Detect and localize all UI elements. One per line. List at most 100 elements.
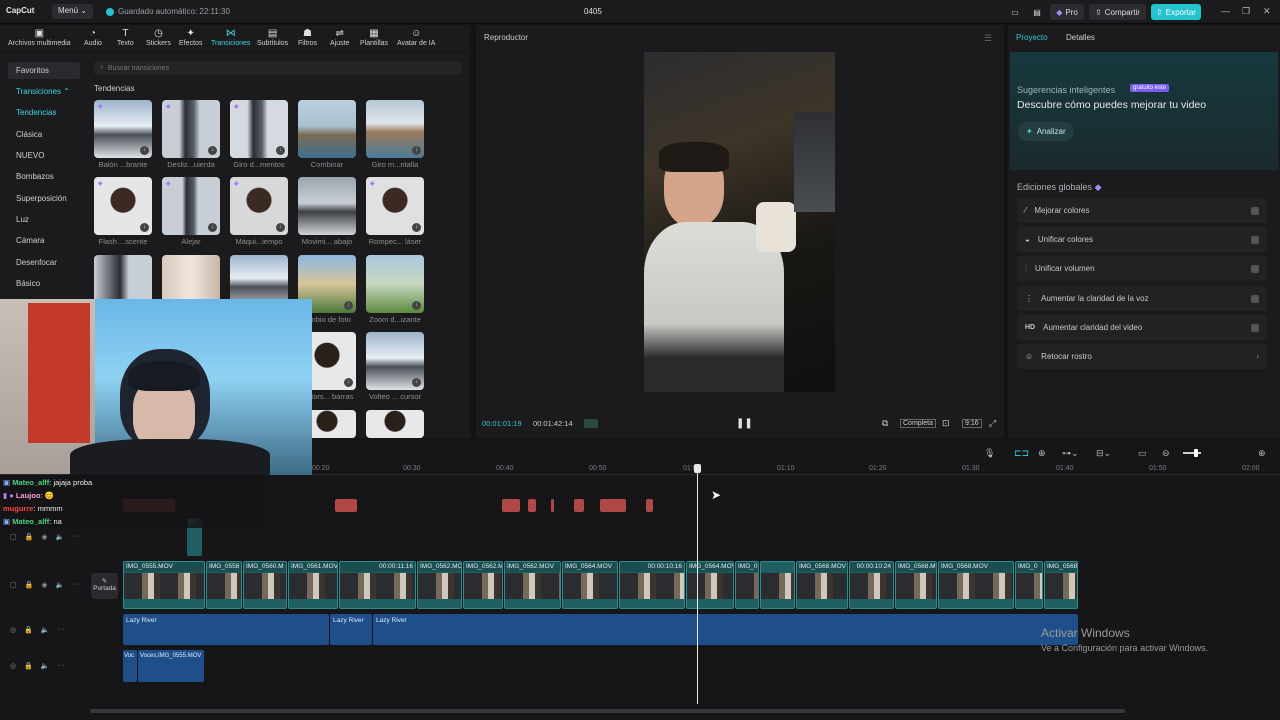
fullscreen-icon[interactable]: ⤢ [989, 418, 996, 429]
transition-thumb[interactable]: ◆ ↓ [230, 100, 288, 158]
tool-effects[interactable]: ✦ Efectos [179, 28, 202, 47]
video-clip[interactable]: IMG_0558 [206, 561, 242, 609]
eye-icon[interactable]: ◉ [41, 533, 47, 541]
category-new[interactable]: NUEVO [8, 147, 80, 164]
tool-text[interactable]: T Texto [117, 28, 134, 47]
transition-thumb[interactable]: ◆ ↓ [94, 177, 152, 235]
tab-details[interactable]: Detalles [1066, 33, 1095, 42]
category-transitions[interactable]: Transiciones ⌃ [8, 83, 80, 100]
zoom-slider[interactable] [1183, 452, 1201, 454]
download-icon[interactable]: ↓ [412, 146, 421, 155]
unify-volume-item[interactable]: ⫶ Unificar volumen [1017, 256, 1267, 281]
download-icon[interactable]: ↓ [412, 301, 421, 310]
more-icon[interactable]: ··· [72, 533, 79, 541]
category-favorites[interactable]: Favoritos [8, 62, 80, 79]
download-icon[interactable]: ↓ [412, 223, 421, 232]
video-clip[interactable]: IMG_0562.M [463, 561, 503, 609]
download-icon[interactable]: ↓ [140, 146, 149, 155]
speaker-icon[interactable]: 🔈 [41, 662, 50, 670]
shortcut-icon[interactable]: ▤ [1029, 4, 1045, 20]
voice-clip[interactable]: Voces,IMG_0555.MOV [138, 650, 204, 682]
transition-thumb[interactable] [366, 410, 424, 438]
tool-media[interactable]: ▣ Archivos multimedia [8, 28, 71, 47]
transition-thumb[interactable]: ◆ ↓ [366, 177, 424, 235]
video-clip[interactable]: IMG_0568.MOV [938, 561, 1014, 609]
crop-icon[interactable]: ⧉ [882, 418, 888, 429]
analyze-button[interactable]: ✦ Analizar [1018, 122, 1074, 141]
enhance-colors-item[interactable]: ⁄ Mejorar colores [1017, 198, 1267, 223]
transition-thumb[interactable]: ↓ [366, 100, 424, 158]
zoom-slider-handle[interactable] [1194, 449, 1198, 457]
transition-thumb[interactable]: ◆ ↓ [162, 100, 220, 158]
maximize-icon[interactable]: ❐ [1242, 6, 1250, 17]
tool-adjust[interactable]: ⇌ Ajuste [330, 28, 349, 47]
video-clarity-item[interactable]: HD Aumentar claridad del video [1017, 315, 1267, 340]
transition-thumb[interactable] [298, 100, 356, 158]
lock-icon[interactable]: 🔒 [25, 533, 34, 541]
waveform-toggle[interactable] [584, 419, 598, 428]
toggle-switch[interactable] [1251, 323, 1259, 332]
video-clip[interactable]: IMG_0 [735, 561, 759, 609]
preview-axis-icon[interactable]: ▭ [1138, 448, 1147, 459]
download-icon[interactable]: ↓ [412, 378, 421, 387]
video-clip[interactable]: IMG_0555.MOV [123, 561, 205, 609]
music-clip[interactable]: Lazy River [330, 614, 372, 645]
category-basic[interactable]: Básico [8, 275, 80, 292]
playhead[interactable] [697, 464, 698, 704]
tool-filters[interactable]: ☗ Filtros [298, 28, 317, 47]
pause-icon[interactable]: ❚❚ [736, 418, 753, 429]
music-clip[interactable]: Lazy River [123, 614, 329, 645]
layout-icon[interactable]: ▭ [1005, 4, 1025, 20]
split-icon[interactable]: ⊟⌄ [1096, 448, 1111, 459]
download-icon[interactable]: ↓ [276, 223, 285, 232]
effect-clip[interactable] [551, 499, 554, 512]
effect-clip[interactable] [335, 499, 357, 512]
category-classic[interactable]: Clásica [8, 126, 80, 143]
zoom-in-icon[interactable]: ⊕ [1258, 448, 1266, 459]
speaker-icon[interactable]: 🔈 [55, 533, 64, 541]
transition-thumb[interactable]: ↓ [366, 255, 424, 313]
minimize-icon[interactable]: — [1221, 6, 1230, 16]
snap-icon[interactable]: ⊶⌄ [1062, 448, 1079, 459]
magnet-icon[interactable]: ⊏⊐ [1014, 448, 1029, 459]
transition-thumb[interactable]: ↓ [366, 332, 424, 390]
category-camera[interactable]: Cámara [8, 232, 80, 249]
ratio-button[interactable]: 9:16 [962, 419, 982, 428]
menu-button[interactable]: Menú ⌄ [52, 4, 93, 19]
toggle-switch[interactable] [1251, 294, 1259, 303]
video-clip[interactable]: 00:00:10:16 [619, 561, 685, 609]
voice-clip-small[interactable]: Voc [123, 650, 137, 682]
track-toggle-icon[interactable]: ▢ [10, 533, 17, 541]
transition-thumb[interactable]: ◆ ↓ [162, 177, 220, 235]
more-icon[interactable]: ··· [58, 662, 65, 670]
track-toggle-icon[interactable]: ▢ [10, 581, 17, 589]
effect-clip[interactable] [502, 499, 520, 512]
share-button[interactable]: ⇪ Compartir [1089, 4, 1146, 20]
face-retouch-item[interactable]: ☺ Retocar rostro › [1017, 344, 1267, 369]
toggle-switch[interactable] [1251, 206, 1259, 215]
video-clip[interactable]: IMG_0568 [1044, 561, 1078, 609]
voice-clarity-item[interactable]: ⋮ Aumentar la claridad de la voz [1017, 286, 1267, 311]
toggle-switch[interactable] [1251, 264, 1259, 273]
video-clip[interactable]: IMG_0562.MC [417, 561, 462, 609]
category-overlay[interactable]: Superposición [8, 190, 80, 207]
video-clip[interactable]: IMG_0561.MOV [288, 561, 338, 609]
video-clip[interactable] [760, 561, 795, 609]
transition-thumb[interactable]: ◆ ↓ [230, 177, 288, 235]
playhead-handle[interactable] [694, 464, 701, 473]
download-icon[interactable]: ↓ [140, 223, 149, 232]
category-light[interactable]: Luz [8, 211, 80, 228]
lock-icon[interactable]: 🔒 [24, 626, 33, 634]
video-clip[interactable]: 00:00:10:24 [849, 561, 894, 609]
screenshot-icon[interactable]: ⊡ [942, 418, 950, 429]
video-clip[interactable]: IMG_0560.M [243, 561, 287, 609]
effect-clip[interactable] [600, 499, 626, 512]
video-clip[interactable]: IMG_0562.MOV [504, 561, 561, 609]
effect-clip[interactable] [646, 499, 653, 512]
more-icon[interactable]: ··· [72, 581, 79, 589]
video-clip[interactable]: IMG_0564.MOV [686, 561, 734, 609]
music-clip[interactable]: Lazy River [373, 614, 1078, 645]
download-icon[interactable]: ↓ [208, 223, 217, 232]
video-clip[interactable]: IMG_0 [1015, 561, 1043, 609]
quality-button[interactable]: Completa [900, 419, 936, 428]
